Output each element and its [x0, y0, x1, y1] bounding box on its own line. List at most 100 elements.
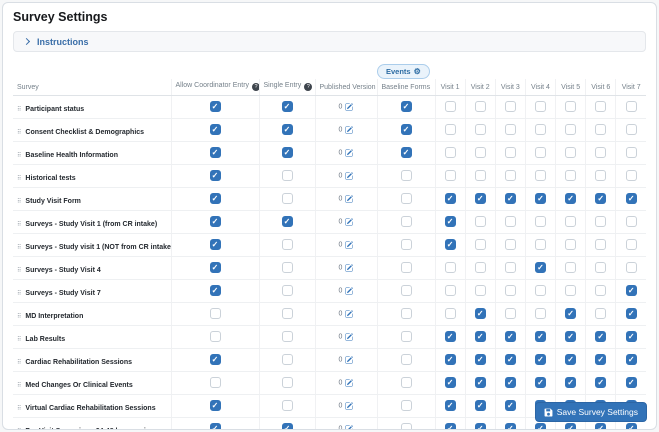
edit-version-icon[interactable] — [345, 310, 353, 318]
single-entry-checkbox[interactable] — [282, 262, 293, 273]
edit-version-icon[interactable] — [345, 333, 353, 341]
edit-version-icon[interactable] — [345, 241, 353, 249]
drag-handle-icon[interactable]: ⠿ — [17, 153, 21, 159]
drag-handle-icon[interactable]: ⠿ — [17, 383, 21, 389]
drag-handle-icon[interactable]: ⠿ — [17, 176, 21, 182]
visit-6-checkbox[interactable] — [595, 262, 606, 273]
visit-5-checkbox[interactable] — [565, 377, 576, 388]
visit-2-checkbox[interactable] — [475, 377, 486, 388]
visit-2-checkbox[interactable] — [475, 170, 486, 181]
visit-6-checkbox[interactable] — [595, 124, 606, 135]
drag-handle-icon[interactable]: ⠿ — [17, 130, 21, 136]
visit-6-checkbox[interactable] — [595, 193, 606, 204]
allow-coordinator-entry-checkbox[interactable] — [210, 331, 221, 342]
single-entry-checkbox[interactable] — [282, 193, 293, 204]
single-entry-checkbox[interactable] — [282, 147, 293, 158]
visit-4-checkbox[interactable] — [535, 285, 546, 296]
visit-2-checkbox[interactable] — [475, 101, 486, 112]
baseline-forms-checkbox[interactable] — [401, 147, 412, 158]
visit-4-checkbox[interactable] — [535, 124, 546, 135]
baseline-forms-checkbox[interactable] — [401, 285, 412, 296]
single-entry-checkbox[interactable] — [282, 216, 293, 227]
drag-handle-icon[interactable]: ⠿ — [17, 107, 21, 113]
visit-3-checkbox[interactable] — [505, 147, 516, 158]
visit-7-checkbox[interactable] — [626, 170, 637, 181]
visit-1-checkbox[interactable] — [445, 400, 456, 411]
visit-4-checkbox[interactable] — [535, 101, 546, 112]
visit-6-checkbox[interactable] — [595, 423, 606, 430]
instructions-toggle[interactable]: Instructions — [13, 31, 646, 52]
visit-4-checkbox[interactable] — [535, 377, 546, 388]
edit-version-icon[interactable] — [345, 287, 353, 295]
baseline-forms-checkbox[interactable] — [401, 377, 412, 388]
visit-2-checkbox[interactable] — [475, 124, 486, 135]
save-survey-settings-button[interactable]: Save Survey Settings — [535, 402, 647, 422]
baseline-forms-checkbox[interactable] — [401, 308, 412, 319]
visit-1-checkbox[interactable] — [445, 239, 456, 250]
visit-3-checkbox[interactable] — [505, 239, 516, 250]
baseline-forms-checkbox[interactable] — [401, 193, 412, 204]
allow-coordinator-entry-checkbox[interactable] — [210, 423, 221, 430]
visit-2-checkbox[interactable] — [475, 354, 486, 365]
visit-4-checkbox[interactable] — [535, 423, 546, 430]
drag-handle-icon[interactable]: ⠿ — [17, 245, 21, 251]
single-entry-checkbox[interactable] — [282, 354, 293, 365]
visit-2-checkbox[interactable] — [475, 331, 486, 342]
visit-2-checkbox[interactable] — [475, 308, 486, 319]
drag-handle-icon[interactable]: ⠿ — [17, 291, 21, 297]
visit-4-checkbox[interactable] — [535, 216, 546, 227]
visit-4-checkbox[interactable] — [535, 262, 546, 273]
visit-7-checkbox[interactable] — [626, 285, 637, 296]
drag-handle-icon[interactable]: ⠿ — [17, 199, 21, 205]
allow-coordinator-entry-checkbox[interactable] — [210, 193, 221, 204]
allow-coordinator-entry-checkbox[interactable] — [210, 170, 221, 181]
visit-5-checkbox[interactable] — [565, 423, 576, 430]
single-entry-checkbox[interactable] — [282, 331, 293, 342]
edit-version-icon[interactable] — [345, 402, 353, 410]
visit-1-checkbox[interactable] — [445, 193, 456, 204]
visit-4-checkbox[interactable] — [535, 147, 546, 158]
visit-1-checkbox[interactable] — [445, 308, 456, 319]
baseline-forms-checkbox[interactable] — [401, 239, 412, 250]
baseline-forms-checkbox[interactable] — [401, 216, 412, 227]
visit-5-checkbox[interactable] — [565, 147, 576, 158]
edit-version-icon[interactable] — [345, 379, 353, 387]
drag-handle-icon[interactable]: ⠿ — [17, 222, 21, 228]
single-entry-checkbox[interactable] — [282, 239, 293, 250]
visit-6-checkbox[interactable] — [595, 285, 606, 296]
visit-3-checkbox[interactable] — [505, 124, 516, 135]
allow-coordinator-entry-checkbox[interactable] — [210, 354, 221, 365]
visit-7-checkbox[interactable] — [626, 239, 637, 250]
single-entry-checkbox[interactable] — [282, 101, 293, 112]
visit-5-checkbox[interactable] — [565, 239, 576, 250]
visit-4-checkbox[interactable] — [535, 193, 546, 204]
visit-1-checkbox[interactable] — [445, 170, 456, 181]
drag-handle-icon[interactable]: ⠿ — [17, 360, 21, 366]
visit-6-checkbox[interactable] — [595, 377, 606, 388]
visit-5-checkbox[interactable] — [565, 170, 576, 181]
visit-2-checkbox[interactable] — [475, 285, 486, 296]
edit-version-icon[interactable] — [345, 195, 353, 203]
single-entry-checkbox[interactable] — [282, 377, 293, 388]
visit-5-checkbox[interactable] — [565, 354, 576, 365]
visit-7-checkbox[interactable] — [626, 216, 637, 227]
edit-version-icon[interactable] — [345, 126, 353, 134]
visit-7-checkbox[interactable] — [626, 147, 637, 158]
visit-5-checkbox[interactable] — [565, 216, 576, 227]
baseline-forms-checkbox[interactable] — [401, 331, 412, 342]
drag-handle-icon[interactable]: ⠿ — [17, 337, 21, 343]
visit-6-checkbox[interactable] — [595, 147, 606, 158]
visit-3-checkbox[interactable] — [505, 216, 516, 227]
allow-coordinator-entry-checkbox[interactable] — [210, 239, 221, 250]
visit-6-checkbox[interactable] — [595, 331, 606, 342]
visit-2-checkbox[interactable] — [475, 262, 486, 273]
visit-3-checkbox[interactable] — [505, 170, 516, 181]
visit-7-checkbox[interactable] — [626, 377, 637, 388]
visit-4-checkbox[interactable] — [535, 331, 546, 342]
visit-5-checkbox[interactable] — [565, 262, 576, 273]
visit-1-checkbox[interactable] — [445, 331, 456, 342]
visit-3-checkbox[interactable] — [505, 377, 516, 388]
edit-version-icon[interactable] — [345, 356, 353, 364]
visit-1-checkbox[interactable] — [445, 147, 456, 158]
single-entry-checkbox[interactable] — [282, 170, 293, 181]
